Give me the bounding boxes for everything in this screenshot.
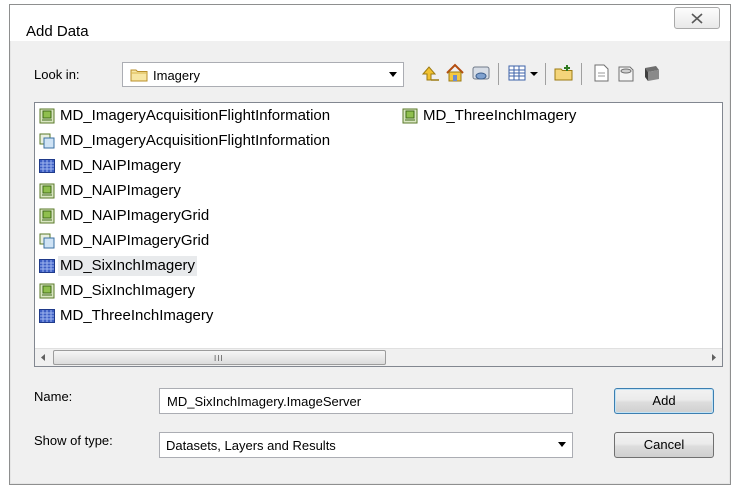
- raster-dataset-icon: [39, 309, 55, 323]
- map-service-icon: [39, 133, 55, 149]
- scrollbar-grip: III: [214, 354, 224, 363]
- catalog-options-icon[interactable]: [640, 62, 662, 84]
- toolbar-separator: [498, 63, 499, 85]
- file-list[interactable]: MD_ImageryAcquisitionFlightInformation M…: [34, 102, 723, 367]
- chevron-right-icon: [712, 354, 716, 361]
- show-of-type-dropdown[interactable]: Datasets, Layers and Results: [159, 432, 573, 458]
- dialog-title: Add Data: [26, 23, 89, 40]
- add-data-dialog: Add Data Look in: Imagery MD_ImageryAcqu…: [9, 4, 731, 485]
- title-bar: Add Data: [10, 5, 730, 41]
- chevron-down-icon: [558, 442, 566, 447]
- scroll-right-button[interactable]: [705, 349, 722, 366]
- name-field[interactable]: MD_SixInchImagery.ImageServer: [159, 388, 573, 414]
- new-geodatabase-icon[interactable]: [615, 62, 637, 84]
- cancel-button[interactable]: Cancel: [614, 432, 714, 458]
- look-in-dropdown[interactable]: Imagery: [122, 62, 404, 87]
- raster-dataset-icon: [39, 259, 55, 273]
- chevron-down-icon: [389, 72, 397, 77]
- image-service-icon: [39, 208, 55, 224]
- chevron-left-icon: [41, 354, 45, 361]
- connect-database-icon[interactable]: [470, 62, 492, 84]
- toolbar-separator: [581, 63, 582, 85]
- close-icon: [691, 13, 703, 24]
- view-list-icon[interactable]: [506, 62, 528, 84]
- horizontal-scrollbar[interactable]: III: [35, 348, 722, 366]
- look-in-value: Imagery: [153, 68, 200, 83]
- new-file-icon[interactable]: [590, 62, 612, 84]
- image-service-icon: [39, 108, 55, 124]
- scrollbar-thumb[interactable]: III: [53, 350, 386, 365]
- raster-dataset-icon: [39, 159, 55, 173]
- scroll-left-button[interactable]: [35, 349, 52, 366]
- home-icon[interactable]: [444, 62, 466, 84]
- map-service-icon: [39, 233, 55, 249]
- show-of-type-label: Show of type:: [34, 433, 113, 448]
- image-service-icon: [39, 183, 55, 199]
- name-label: Name:: [34, 389, 73, 404]
- image-service-icon: [402, 108, 418, 124]
- close-button[interactable]: [674, 7, 720, 29]
- toolbar-separator: [545, 63, 546, 85]
- add-button[interactable]: Add: [614, 388, 714, 414]
- look-in-label: Look in:: [34, 67, 80, 82]
- up-one-level-icon[interactable]: [419, 62, 441, 84]
- image-service-icon: [39, 283, 55, 299]
- folder-icon: [130, 69, 148, 82]
- view-options-chevron-icon[interactable]: [528, 62, 540, 84]
- new-folder-icon[interactable]: [553, 62, 575, 84]
- show-of-type-value: Datasets, Layers and Results: [166, 438, 336, 453]
